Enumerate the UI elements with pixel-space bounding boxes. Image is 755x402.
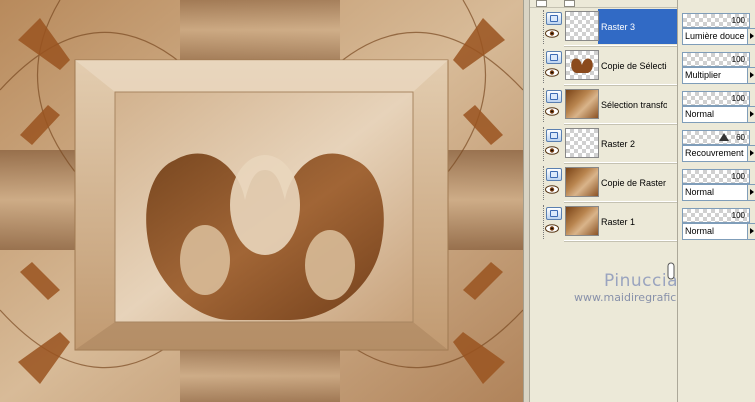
layer-name: Copie de Sélection <box>601 61 667 71</box>
layer-row[interactable]: Sélection transformée <box>540 86 697 124</box>
blend-mode-select[interactable]: Normal <box>682 106 748 123</box>
opacity-value: 100 <box>731 94 745 103</box>
layer-thumbnail <box>565 50 599 80</box>
layer-name: Raster 3 <box>601 22 636 32</box>
visibility-icon[interactable] <box>546 207 562 220</box>
blend-row: 100 Lumière douce <box>682 13 755 49</box>
dropdown-arrow-icon[interactable] <box>747 67 755 84</box>
blend-mode-select[interactable]: Normal <box>682 184 748 201</box>
opacity-slider[interactable]: 100 <box>682 52 750 67</box>
dropdown-arrow-icon[interactable] <box>747 184 755 201</box>
opacity-slider[interactable]: 100 <box>682 91 750 106</box>
blend-mode-select[interactable]: Recouvrement <box>682 145 748 162</box>
layer-thumbnail <box>565 89 599 119</box>
opacity-value: 100 <box>731 55 745 64</box>
blend-row: 60 Recouvrement <box>682 130 755 166</box>
artwork <box>0 0 523 402</box>
visibility-icon[interactable] <box>546 168 562 181</box>
opacity-value: 60 <box>736 133 745 142</box>
toolbar-button[interactable] <box>536 0 547 7</box>
toolbar-button[interactable] <box>564 0 575 7</box>
opacity-slider[interactable]: 100 <box>682 169 750 184</box>
image-canvas[interactable] <box>0 0 523 402</box>
layer-row[interactable]: Raster 3 <box>540 8 697 46</box>
layer-name: Sélection transformée <box>601 100 667 110</box>
blend-mode-select[interactable]: Multiplier <box>682 67 748 84</box>
blend-row: 100 Multiplier <box>682 52 755 88</box>
layer-thumbnail <box>565 167 599 197</box>
layer-row[interactable]: Copie de Sélection <box>540 47 697 85</box>
eye-icon[interactable] <box>545 107 559 116</box>
visibility-icon[interactable] <box>546 90 562 103</box>
opacity-slider[interactable]: 60 <box>682 130 750 145</box>
opacity-slider[interactable]: 100 <box>682 208 750 223</box>
opacity-slider-thumb[interactable] <box>719 133 729 141</box>
eye-icon[interactable] <box>545 68 559 77</box>
opacity-value: 100 <box>731 211 745 220</box>
dropdown-arrow-icon[interactable] <box>747 145 755 162</box>
layer-row[interactable]: Raster 1 <box>540 203 697 241</box>
eye-icon[interactable] <box>545 224 559 233</box>
blend-mode-select[interactable]: Lumière douce <box>682 28 748 45</box>
blend-row: 100 Normal <box>682 169 755 205</box>
layers-toolbar <box>530 0 677 8</box>
layer-name: Raster 1 <box>601 217 636 227</box>
layer-row[interactable]: Copie de Raster 1 <box>540 164 697 202</box>
eye-icon[interactable] <box>545 146 559 155</box>
layer-thumbnail <box>565 206 599 236</box>
layer-row[interactable]: Raster 2 <box>540 125 697 163</box>
eye-icon[interactable] <box>545 29 559 38</box>
opacity-value: 100 <box>731 16 745 25</box>
layer-name: Raster 2 <box>601 139 636 149</box>
dropdown-arrow-icon[interactable] <box>747 106 755 123</box>
dropdown-arrow-icon[interactable] <box>747 223 755 240</box>
layer-thumbnail <box>565 128 599 158</box>
blend-row: 100 Normal <box>682 91 755 127</box>
opacity-value: 100 <box>731 172 745 181</box>
visibility-icon[interactable] <box>546 51 562 64</box>
blend-row: 100 Normal <box>682 208 755 244</box>
cursor-icon <box>667 262 675 280</box>
opacity-slider[interactable]: 100 <box>682 13 750 28</box>
thumbnail-shape <box>571 58 593 73</box>
dropdown-arrow-icon[interactable] <box>747 28 755 45</box>
eye-icon[interactable] <box>545 185 559 194</box>
blend-mode-panel: 100 Lumière douce 100 Multiplier 100 Normal 60… <box>677 0 755 402</box>
blend-mode-select[interactable]: Normal <box>682 223 748 240</box>
visibility-icon[interactable] <box>546 129 562 142</box>
visibility-icon[interactable] <box>546 12 562 25</box>
layer-thumbnail <box>565 11 599 41</box>
layers-panel: Raster 3 Copie de Sélection Sélection tran… <box>529 0 697 402</box>
layer-name: Copie de Raster 1 <box>601 178 667 188</box>
